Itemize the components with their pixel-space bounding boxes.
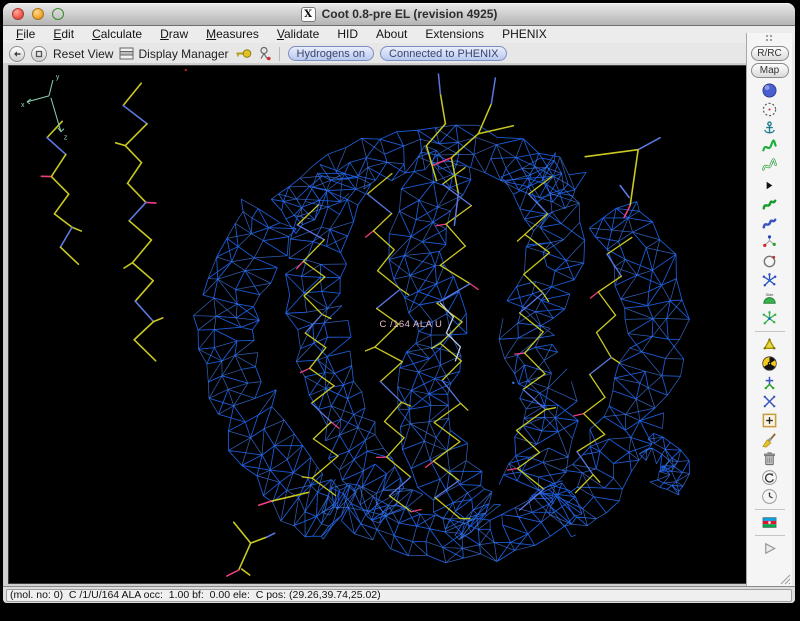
expand-arrow-icon[interactable] — [758, 176, 782, 195]
side-chain-icon[interactable]: Side — [758, 290, 782, 309]
layers-icon — [119, 47, 134, 60]
ring-icon[interactable] — [758, 252, 782, 271]
window-title: X Coot 0.8-pre EL (revision 4925) — [301, 7, 498, 22]
history-icon[interactable] — [758, 487, 782, 506]
display-manager-button[interactable]: Display Manager — [119, 47, 228, 61]
menu-about[interactable]: About — [367, 26, 416, 43]
menu-phenix[interactable]: PHENIX — [493, 26, 556, 43]
stop-button[interactable] — [31, 46, 47, 62]
flag-icon[interactable] — [758, 513, 782, 532]
svg-text:z: z — [64, 135, 68, 142]
green-squiggle-icon[interactable] — [758, 138, 782, 157]
svg-text:Side: Side — [766, 292, 775, 297]
atom-label: C /164 ALA U — [379, 319, 442, 330]
radiation-icon[interactable] — [758, 354, 782, 373]
svg-text:y: y — [56, 74, 60, 81]
toolbar-grip[interactable] — [765, 34, 774, 43]
stray-red-dot — [185, 69, 187, 71]
stop-square-icon — [33, 48, 45, 60]
main-toolbar: Reset View Display Manager Hydro — [3, 43, 795, 64]
green-squiggle-outline-icon[interactable] — [758, 157, 782, 176]
map-button[interactable]: Map — [751, 63, 789, 78]
right-icon-column: Side — [755, 81, 785, 558]
reset-view-button[interactable]: Reset View — [53, 47, 113, 61]
recenter-sphere-icon[interactable] — [758, 81, 782, 100]
phenix-connection-button[interactable]: Connected to PHENIX — [380, 46, 507, 61]
menu-validate[interactable]: Validate — [268, 26, 329, 43]
rrc-button[interactable]: R/RC — [751, 46, 789, 61]
menu-edit[interactable]: Edit — [44, 26, 83, 43]
stray-blue-dot — [512, 382, 514, 384]
blue-star-molecule-icon[interactable] — [758, 271, 782, 290]
menu-measures[interactable]: Measures — [197, 26, 268, 43]
key-icon[interactable] — [235, 47, 252, 60]
green-chain-icon[interactable] — [758, 195, 782, 214]
run-icon[interactable] — [758, 539, 782, 558]
close-button[interactable] — [12, 8, 24, 20]
x11-icon: X — [301, 7, 316, 22]
menu-draw[interactable]: Draw — [151, 26, 197, 43]
anchor-icon[interactable] — [758, 119, 782, 138]
3d-canvas[interactable]: x y z C /164 ALA U — [9, 66, 747, 583]
rgb-molecule-icon[interactable] — [758, 233, 782, 252]
minimize-button[interactable] — [32, 8, 44, 20]
x-molecule-icon[interactable] — [758, 392, 782, 411]
axes-indicator: x y z — [21, 74, 68, 142]
reticle-icon[interactable] — [758, 100, 782, 119]
toolbar-separator — [755, 509, 785, 510]
menu-bar: FileEditCalculateDrawMeasuresValidateHID… — [3, 26, 795, 43]
add-atom-icon[interactable] — [758, 373, 782, 392]
window-title-text: Coot 0.8-pre EL (revision 4925) — [322, 7, 498, 21]
right-toolbar: R/RC Map Side — [746, 33, 792, 586]
menu-calculate[interactable]: Calculate — [83, 26, 151, 43]
graphics-area: x y z C /164 ALA U — [3, 63, 749, 586]
svg-text:x: x — [21, 102, 25, 109]
menu-extensions[interactable]: Extensions — [416, 26, 493, 43]
title-bar: X Coot 0.8-pre EL (revision 4925) — [3, 3, 795, 26]
resize-grip[interactable] — [778, 572, 791, 585]
blue-chain-icon[interactable] — [758, 214, 782, 233]
window-controls — [12, 8, 64, 20]
toolbar-separator — [755, 331, 785, 332]
zoom-button[interactable] — [52, 8, 64, 20]
status-text: (mol. no: 0) C /1/U/164 ALA occ: 1.00 bf… — [6, 589, 792, 602]
menu-file[interactable]: File — [7, 26, 44, 43]
yellow-molecule-icon[interactable] — [758, 335, 782, 354]
ligand-icon[interactable] — [258, 46, 271, 61]
toolbar-separator — [279, 47, 280, 61]
status-bar: (mol. no: 0) C /1/U/164 ALA occ: 1.00 bf… — [3, 586, 795, 603]
hydrogens-toggle-button[interactable]: Hydrogens on — [288, 46, 375, 61]
go-back-button[interactable] — [9, 46, 25, 62]
delete-icon[interactable] — [758, 449, 782, 468]
brush-icon[interactable] — [758, 430, 782, 449]
green-star-molecule-icon[interactable] — [758, 309, 782, 328]
add-box-icon[interactable] — [758, 411, 782, 430]
undo-icon[interactable] — [758, 468, 782, 487]
toolbar-separator — [755, 535, 785, 536]
display-manager-label: Display Manager — [138, 47, 228, 61]
menu-hid[interactable]: HID — [328, 26, 367, 43]
coot-window: X Coot 0.8-pre EL (revision 4925) FileEd… — [3, 3, 795, 603]
back-arrow-icon — [11, 48, 23, 60]
